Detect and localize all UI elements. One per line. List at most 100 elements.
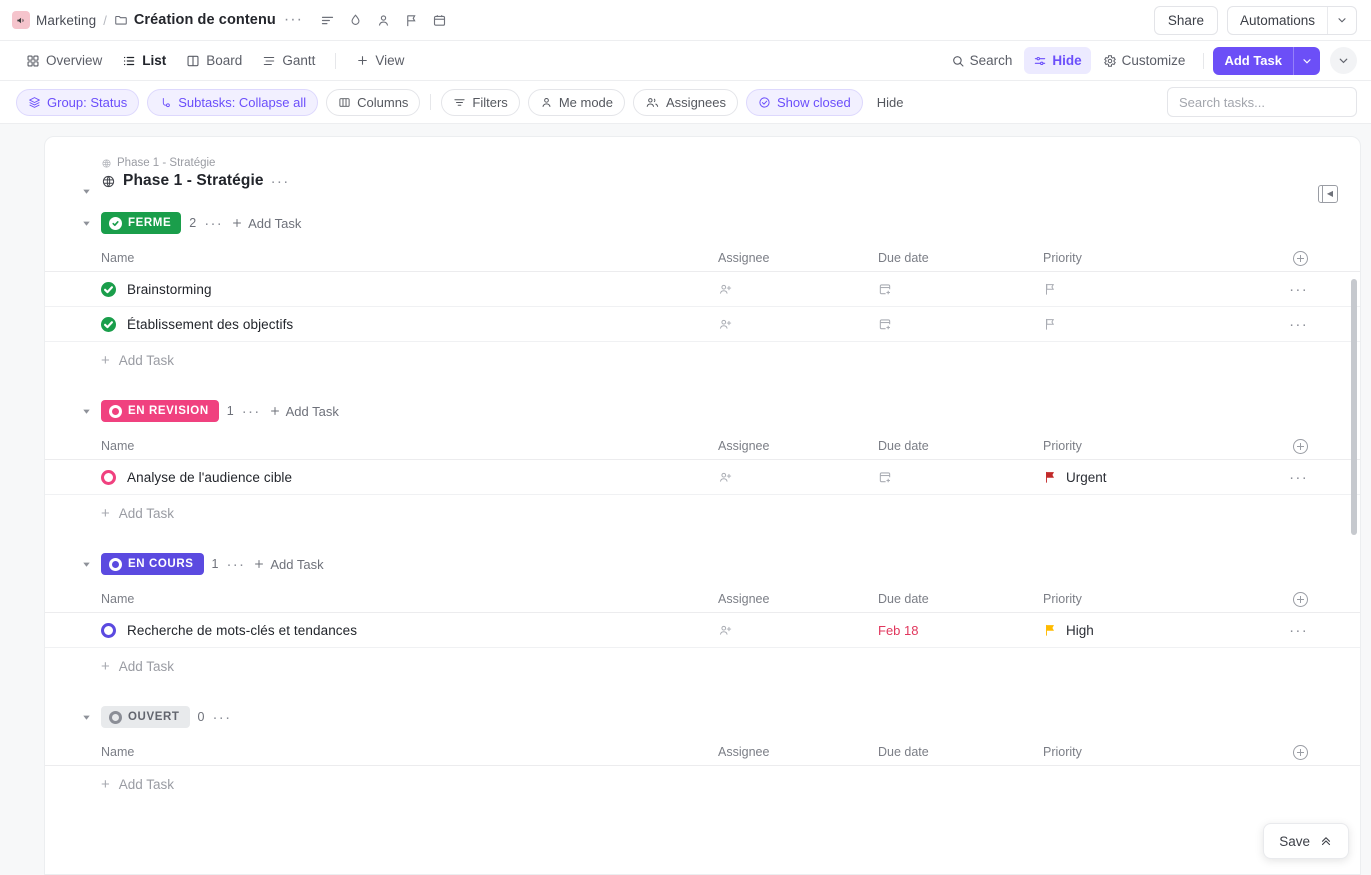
status-group-add-task[interactable]: Add Task	[269, 404, 339, 419]
calendar-icon[interactable]	[432, 13, 447, 28]
task-status-icon[interactable]	[101, 317, 116, 332]
column-header-name[interactable]: Name	[101, 439, 718, 453]
share-button[interactable]: Share	[1154, 6, 1218, 35]
tab-board[interactable]: Board	[178, 47, 250, 75]
chip-show-closed[interactable]: Show closed	[746, 89, 863, 116]
status-group-caret-icon[interactable]	[81, 218, 92, 229]
priority-flag-icon[interactable]	[1043, 470, 1057, 484]
column-header-priority[interactable]: Priority	[1043, 439, 1219, 453]
task-assignee-cell[interactable]	[718, 282, 878, 297]
lines-icon[interactable]	[320, 13, 335, 28]
table-row[interactable]: Établissement des objectifs ···	[45, 307, 1360, 342]
status-group-caret-icon[interactable]	[81, 406, 92, 417]
column-header-name[interactable]: Name	[101, 745, 718, 759]
search-button[interactable]: Search	[942, 47, 1022, 74]
column-header-name[interactable]: Name	[101, 592, 718, 606]
task-status-icon[interactable]	[101, 282, 116, 297]
task-more-icon[interactable]: ···	[1289, 473, 1308, 482]
column-header-due-date[interactable]: Due date	[878, 745, 1043, 759]
list-group-collapse-caret-icon[interactable]	[81, 186, 92, 197]
chip-me-mode[interactable]: Me mode	[528, 89, 625, 116]
column-header-due-date[interactable]: Due date	[878, 439, 1043, 453]
space-avatar-icon[interactable]	[12, 11, 30, 29]
task-due-date-empty-icon[interactable]	[878, 282, 892, 296]
task-status-icon[interactable]	[101, 623, 116, 638]
status-group-caret-icon[interactable]	[81, 559, 92, 570]
column-header-priority[interactable]: Priority	[1043, 251, 1219, 265]
collapse-sidebar-icon[interactable]: ◀	[1318, 185, 1338, 203]
add-task-row[interactable]: +Add Task	[45, 766, 1360, 802]
table-row[interactable]: Recherche de mots-clés et tendances Feb 1…	[45, 613, 1360, 648]
status-group-more-icon[interactable]: ···	[212, 713, 231, 722]
automations-chevron-down-icon[interactable]	[1327, 7, 1356, 34]
task-more-icon[interactable]: ···	[1289, 626, 1308, 635]
tab-overview[interactable]: Overview	[18, 47, 110, 75]
add-task-button[interactable]: Add Task	[1213, 47, 1293, 75]
list-group-more-icon[interactable]: ···	[271, 177, 290, 186]
status-group-add-task[interactable]: Add Task	[253, 557, 323, 572]
assignee-add-icon[interactable]	[718, 470, 733, 485]
column-header-assignee[interactable]: Assignee	[718, 251, 878, 265]
add-task-chevron-down-icon[interactable]	[1293, 47, 1320, 75]
assignee-add-icon[interactable]	[718, 623, 733, 638]
status-group-add-task[interactable]: Add Task	[231, 216, 301, 231]
add-task-row[interactable]: +Add Task	[45, 342, 1360, 378]
task-assignee-cell[interactable]	[718, 623, 878, 638]
add-view-button[interactable]: View	[348, 47, 412, 75]
column-header-due-date[interactable]: Due date	[878, 251, 1043, 265]
task-assignee-cell[interactable]	[718, 317, 878, 332]
task-name[interactable]: Brainstorming	[127, 282, 212, 297]
status-group-more-icon[interactable]: ···	[226, 560, 245, 569]
add-task-row[interactable]: +Add Task	[45, 648, 1360, 684]
tab-list[interactable]: List	[114, 47, 174, 75]
add-column-button[interactable]	[1219, 592, 1308, 607]
add-column-button[interactable]	[1219, 745, 1308, 760]
water-drop-icon[interactable]	[348, 13, 363, 28]
priority-flag-icon[interactable]	[1043, 623, 1057, 637]
chip-subtasks[interactable]: Subtasks: Collapse all	[147, 89, 318, 116]
add-column-button[interactable]	[1219, 251, 1308, 266]
chip-group-status[interactable]: Group: Status	[16, 89, 139, 116]
assignee-add-icon[interactable]	[718, 317, 733, 332]
assignee-add-icon[interactable]	[718, 282, 733, 297]
priority-flag-empty-icon[interactable]	[1043, 317, 1057, 331]
task-due-date-empty-icon[interactable]	[878, 317, 892, 331]
breadcrumb-space[interactable]: Marketing	[36, 13, 96, 28]
table-row[interactable]: Analyse de l'audience cibleUrgent···	[45, 460, 1360, 495]
task-name[interactable]: Établissement des objectifs	[127, 317, 293, 332]
tab-gantt[interactable]: Gantt	[254, 47, 323, 75]
status-badge[interactable]: EN COURS	[101, 553, 204, 575]
status-badge[interactable]: FERME	[101, 212, 181, 234]
column-header-priority[interactable]: Priority	[1043, 592, 1219, 606]
person-icon[interactable]	[376, 13, 391, 28]
status-badge[interactable]: EN REVISION	[101, 400, 219, 422]
status-group-more-icon[interactable]: ···	[204, 219, 223, 228]
task-name[interactable]: Recherche de mots-clés et tendances	[127, 623, 357, 638]
priority-flag-empty-icon[interactable]	[1043, 282, 1057, 296]
task-assignee-cell[interactable]	[718, 470, 878, 485]
task-more-icon[interactable]: ···	[1289, 320, 1308, 329]
column-header-assignee[interactable]: Assignee	[718, 745, 878, 759]
breadcrumb-more-icon[interactable]: ···	[282, 15, 305, 25]
chip-columns[interactable]: Columns	[326, 89, 420, 116]
chip-filters[interactable]: Filters	[441, 89, 519, 116]
breadcrumb-list-name[interactable]: Création de contenu	[134, 12, 276, 28]
add-column-button[interactable]	[1219, 439, 1308, 454]
save-button[interactable]: Save	[1263, 823, 1349, 859]
table-row[interactable]: Brainstorming ···	[45, 272, 1360, 307]
column-header-priority[interactable]: Priority	[1043, 745, 1219, 759]
automations-button[interactable]: Automations	[1228, 7, 1327, 34]
column-header-assignee[interactable]: Assignee	[718, 592, 878, 606]
task-status-icon[interactable]	[101, 470, 116, 485]
search-tasks-input[interactable]	[1167, 87, 1357, 117]
task-more-icon[interactable]: ···	[1289, 285, 1308, 294]
status-group-caret-icon[interactable]	[81, 712, 92, 723]
filterbar-hide-link[interactable]: Hide	[871, 95, 910, 110]
customize-button[interactable]: Customize	[1094, 47, 1195, 74]
status-badge[interactable]: OUVERT	[101, 706, 190, 728]
task-due-date[interactable]: Feb 18	[878, 623, 918, 638]
hide-button[interactable]: Hide	[1024, 47, 1090, 74]
flag-icon[interactable]	[404, 13, 419, 28]
chip-assignees[interactable]: Assignees	[633, 89, 738, 116]
task-name[interactable]: Analyse de l'audience cible	[127, 470, 292, 485]
